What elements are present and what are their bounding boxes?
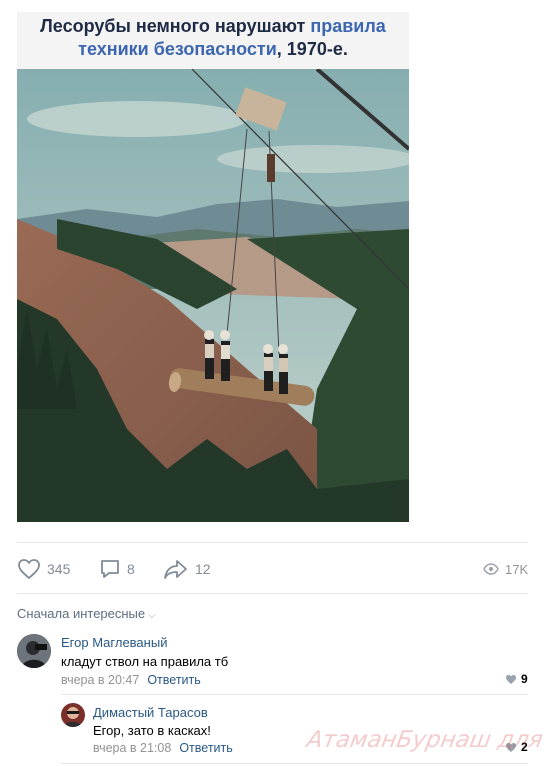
comment-meta: вчера в 21:08 Ответить — [93, 741, 233, 755]
comment-author[interactable]: Егор Маглеваный — [61, 635, 167, 650]
reply-button[interactable]: Ответить — [179, 741, 232, 755]
like-count: 345 — [47, 561, 71, 577]
share-button[interactable]: 12 — [163, 555, 211, 583]
comment-like-count: 9 — [521, 672, 528, 686]
comment-meta: вчера в 20:47 Ответить — [61, 673, 201, 687]
avatar[interactable] — [61, 703, 85, 727]
comment-time[interactable]: вчера в 21:08 — [93, 741, 171, 755]
comment-text: Егор, зато в касках! — [93, 723, 211, 738]
comment-button[interactable]: 8 — [99, 555, 135, 583]
comment-icon — [101, 560, 119, 578]
actions-top-divider — [17, 542, 528, 543]
eye-icon — [483, 563, 499, 575]
comment-divider — [61, 694, 528, 695]
avatar-image — [17, 634, 51, 668]
logging-photo — [17, 69, 409, 522]
reply-button[interactable]: Ответить — [147, 673, 200, 687]
caption-accent-1: правила — [310, 16, 386, 36]
comment-time[interactable]: вчера в 20:47 — [61, 673, 139, 687]
share-icon — [164, 560, 187, 579]
avatar[interactable] — [17, 634, 51, 668]
post-actions-bar: 345 8 12 17K — [17, 555, 528, 583]
post-image[interactable]: Лесорубы немного нарушают правила техники… — [17, 12, 409, 522]
chevron-down-icon: ⌵ — [148, 610, 156, 621]
caption-accent-2: техники безопасности — [78, 39, 277, 59]
comment-like-button[interactable]: 9 — [505, 672, 528, 686]
like-button[interactable]: 345 — [17, 555, 70, 583]
heart-icon — [18, 559, 40, 579]
comment-count: 8 — [127, 561, 135, 577]
comment-text: кладут ствол на правила тб — [61, 654, 229, 669]
watermark: АтаманБурнаш для ЛП — [304, 727, 546, 753]
comment-divider — [61, 763, 528, 764]
views-indicator: 17K — [483, 555, 528, 583]
image-caption: Лесорубы немного нарушают правила техники… — [17, 12, 409, 69]
sort-label: Сначала интересные — [17, 606, 146, 621]
share-count: 12 — [195, 561, 211, 577]
comments-sort-dropdown[interactable]: Сначала интересные ⌵ — [17, 606, 156, 621]
actions-bottom-divider — [17, 593, 528, 594]
caption-text-1: Лесорубы немного нарушают — [40, 16, 311, 36]
heart-icon — [506, 674, 516, 684]
view-count: 17K — [505, 561, 529, 577]
avatar-image — [61, 703, 85, 727]
comment-author[interactable]: Димастый Тарасов — [93, 705, 208, 720]
caption-text-2: , 1970-е. — [276, 39, 348, 59]
